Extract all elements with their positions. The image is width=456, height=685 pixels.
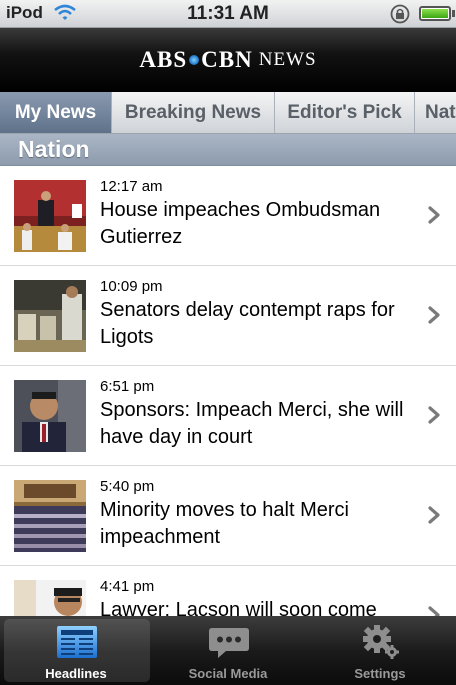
logo-cbn-text: CBN — [201, 47, 253, 72]
news-time: 6:51 pm — [100, 378, 155, 395]
chevron-right-icon — [428, 306, 440, 324]
tab-nation-partial[interactable]: Nat — [415, 92, 456, 133]
tab-label: Headlines — [45, 666, 107, 681]
news-time: 10:09 pm — [100, 278, 163, 295]
tab-settings[interactable]: Settings — [304, 616, 456, 685]
battery-tip — [452, 10, 455, 17]
news-item[interactable]: 10:09 pm Senators delay contempt raps fo… — [0, 266, 456, 366]
bottom-tab-bar: Headlines Social Media Settings — [0, 616, 456, 685]
news-thumbnail — [14, 280, 86, 352]
tab-label: Settings — [354, 666, 406, 681]
news-time: 12:17 am — [100, 178, 163, 195]
app-screen: iPod 11:31 AM ABS CBN NEWS My News Break… — [0, 0, 456, 685]
rotation-lock-icon — [390, 4, 410, 24]
tab-headlines[interactable]: Headlines — [0, 616, 152, 685]
news-headline: Lawyer: Lacson will soon come — [100, 599, 377, 616]
speech-bubble-icon — [209, 628, 249, 658]
app-header: ABS CBN NEWS — [0, 28, 456, 92]
section-title: Nation — [18, 136, 90, 162]
news-thumbnail — [14, 380, 86, 452]
chevron-right-icon — [428, 406, 440, 424]
tab-editors-pick[interactable]: Editor's Pick — [275, 92, 415, 133]
news-headline: Sponsors: Impeach Merci, she will have d… — [100, 399, 404, 448]
clock: 11:31 AM — [187, 3, 269, 24]
logo-dot — [189, 55, 200, 65]
news-thumbnail — [14, 580, 86, 616]
news-item[interactable]: 12:17 am House impeaches Ombudsman Gutie… — [0, 166, 456, 266]
tab-my-news[interactable]: My News — [0, 92, 112, 133]
gear-icon — [363, 625, 399, 659]
status-bar: iPod 11:31 AM — [0, 0, 456, 28]
chevron-right-icon — [428, 606, 440, 616]
news-thumbnail — [14, 480, 86, 552]
abs-cbn-news-logo: ABS CBN NEWS — [139, 47, 316, 73]
news-item[interactable]: 5:40 pm Minority moves to halt Merci imp… — [0, 466, 456, 566]
news-headline: Senators delay contempt raps for Ligots — [100, 299, 395, 348]
news-item[interactable]: 6:51 pm Sponsors: Impeach Merci, she wil… — [0, 366, 456, 466]
chevron-right-icon — [428, 206, 440, 224]
chevron-right-icon — [428, 506, 440, 524]
news-list[interactable]: 12:17 am House impeaches Ombudsman Gutie… — [0, 166, 456, 616]
news-headline: House impeaches Ombudsman Gutierrez — [100, 199, 381, 248]
newspaper-icon — [57, 626, 97, 658]
tab-breaking-news[interactable]: Breaking News — [112, 92, 275, 133]
tab-label: Social Media — [188, 666, 268, 681]
news-time: 5:40 pm — [100, 478, 155, 495]
news-time: 4:41 pm — [100, 578, 155, 595]
news-thumbnail — [14, 180, 86, 252]
logo-news-text: NEWS — [258, 49, 317, 70]
tab-social-media[interactable]: Social Media — [152, 616, 304, 685]
logo-abs-text: ABS — [139, 47, 188, 72]
news-headline: Minority moves to halt Merci impeachment — [100, 499, 349, 548]
section-header: Nation — [0, 134, 456, 166]
category-tab-bar: My News Breaking News Editor's Pick Nat — [0, 92, 456, 134]
news-item[interactable]: 4:41 pm Lawyer: Lacson will soon come — [0, 566, 456, 616]
battery-icon — [419, 6, 451, 21]
